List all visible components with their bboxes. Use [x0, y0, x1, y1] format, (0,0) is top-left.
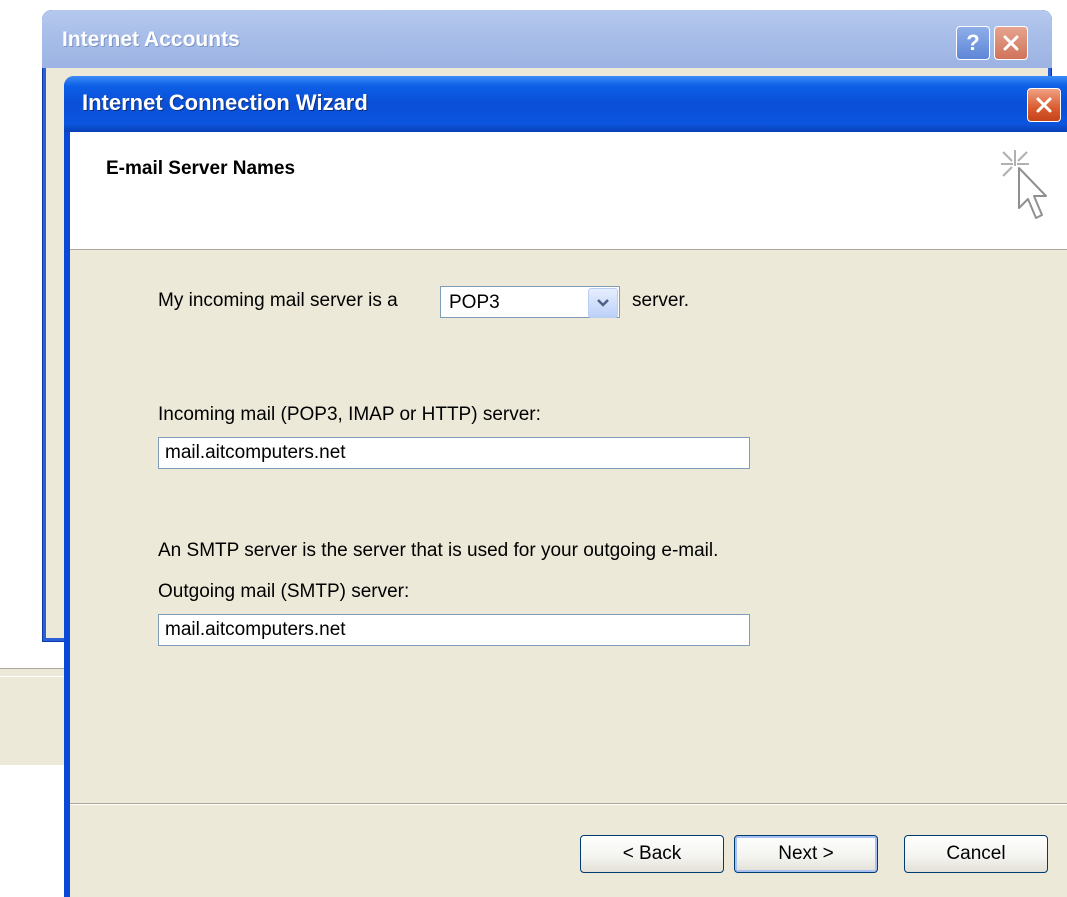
- wizard-close-button[interactable]: [1027, 88, 1061, 122]
- server-type-value: POP3: [449, 292, 500, 313]
- server-type-suffix: server.: [632, 290, 690, 311]
- page-title: E-mail Server Names: [106, 158, 296, 179]
- outgoing-server-field[interactable]: [158, 614, 750, 646]
- incoming-server-input[interactable]: [165, 442, 735, 464]
- server-type-label: My incoming mail server is a: [158, 290, 398, 311]
- wizard-header: E-mail Server Names: [70, 132, 1067, 250]
- internet-accounts-title: Internet Accounts: [62, 28, 240, 51]
- background-panel: [0, 668, 66, 765]
- cancel-button[interactable]: Cancel: [904, 835, 1048, 873]
- outgoing-server-input[interactable]: [165, 619, 735, 641]
- help-button[interactable]: ?: [956, 26, 990, 60]
- internet-accounts-close-button[interactable]: [994, 26, 1028, 60]
- sparkle-cursor-icon: [1001, 150, 1047, 219]
- server-type-dropdown[interactable]: POP3: [440, 286, 620, 318]
- smtp-info-text: An SMTP server is the server that is use…: [158, 540, 719, 561]
- dropdown-button[interactable]: [588, 288, 618, 318]
- wizard-title: Internet Connection Wizard: [82, 90, 368, 115]
- wizard-client-area: E-mail Server Names My incoming mail ser…: [70, 132, 1067, 897]
- outgoing-server-label: Outgoing mail (SMTP) server:: [158, 581, 410, 602]
- background-divider: [0, 676, 66, 677]
- chevron-down-icon: [597, 299, 609, 307]
- help-icon: ?: [966, 30, 980, 55]
- footer-divider-highlight: [70, 804, 1067, 805]
- close-icon: [1003, 35, 1019, 51]
- internet-connection-wizard: Internet Connection Wizard E-mail Server…: [64, 76, 1067, 897]
- close-icon: [1036, 97, 1052, 113]
- back-button[interactable]: < Back: [580, 835, 724, 873]
- incoming-server-field[interactable]: [158, 437, 750, 469]
- incoming-server-label: Incoming mail (POP3, IMAP or HTTP) serve…: [158, 404, 541, 425]
- wizard-titlebar[interactable]: Internet Connection Wizard: [64, 76, 1067, 132]
- next-button[interactable]: Next >: [734, 835, 878, 873]
- internet-accounts-titlebar[interactable]: Internet Accounts ?: [42, 10, 1052, 68]
